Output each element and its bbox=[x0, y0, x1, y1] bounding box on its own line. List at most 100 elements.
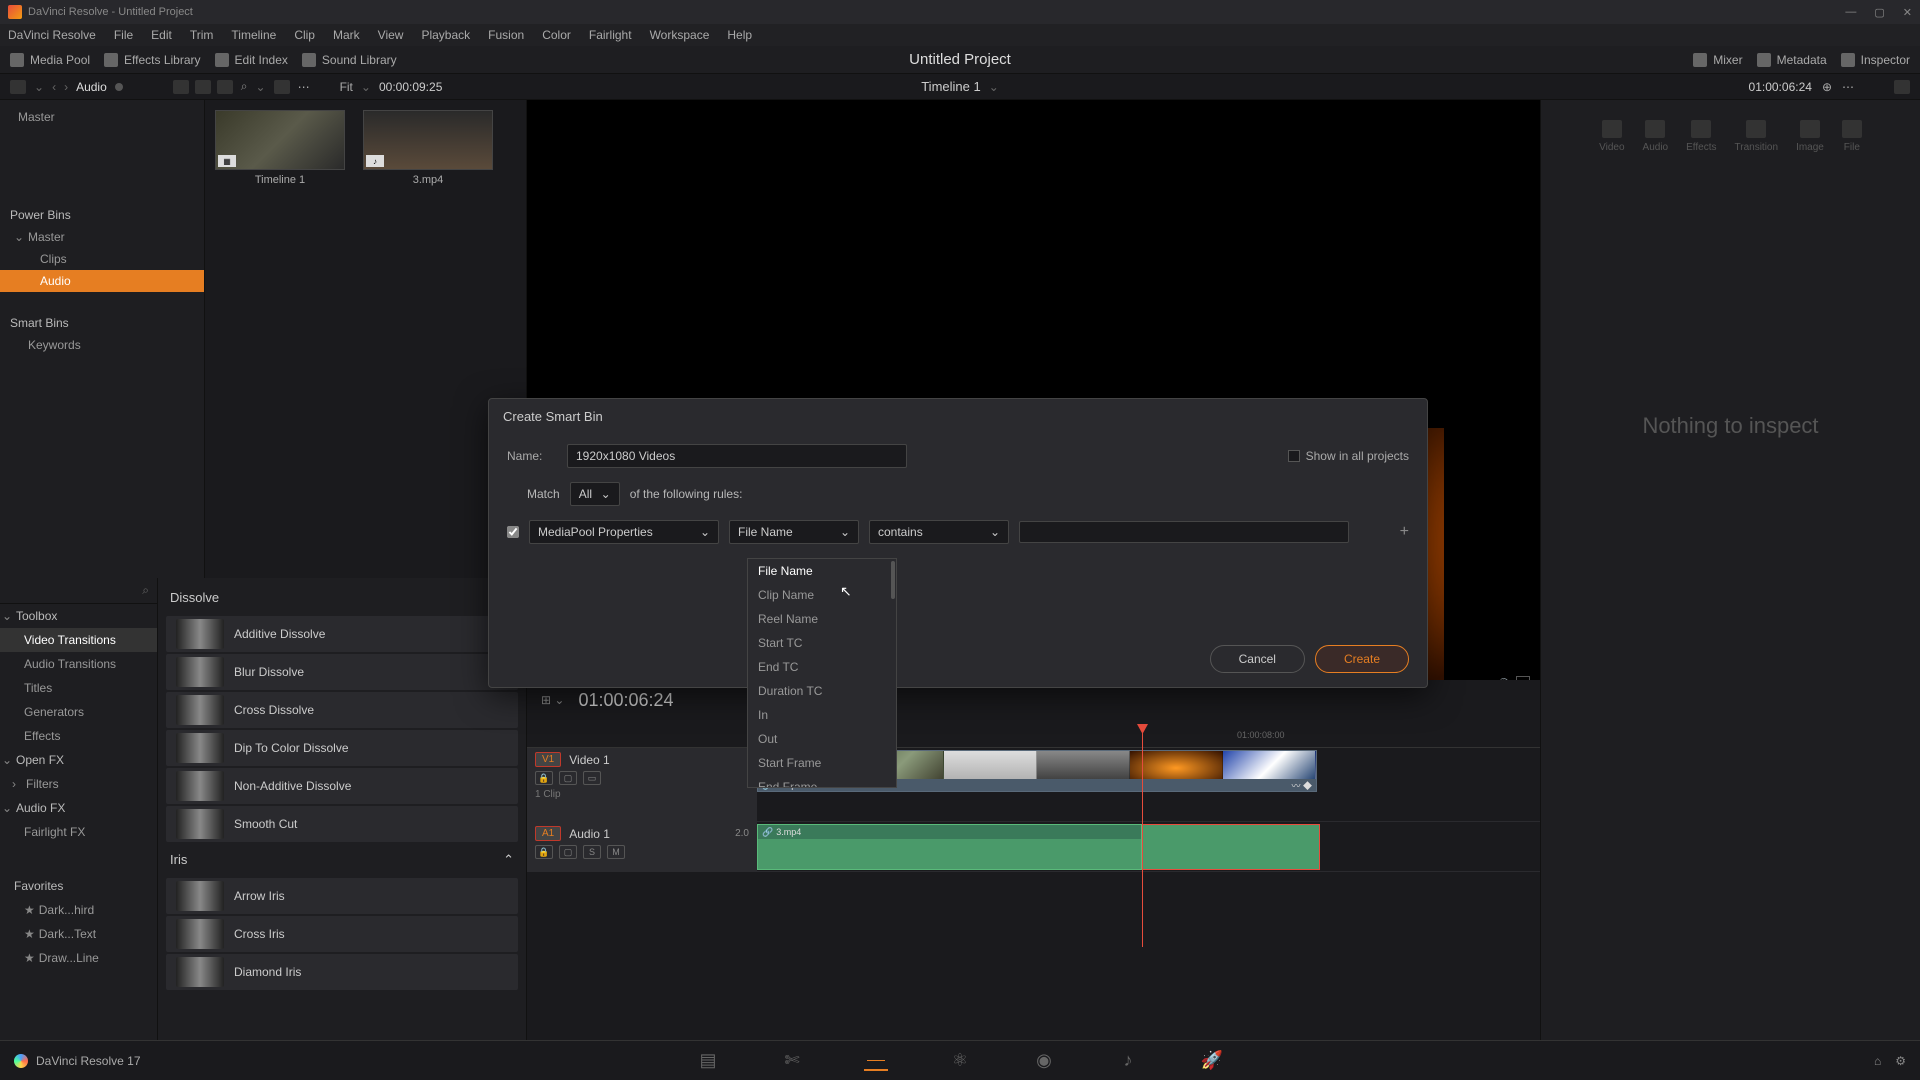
sound-library-button[interactable]: Sound Library bbox=[302, 53, 397, 67]
maximize-icon[interactable]: ▢ bbox=[1874, 6, 1884, 19]
a1-badge[interactable]: A1 bbox=[535, 826, 561, 841]
fx-fairlight[interactable]: Fairlight FX bbox=[0, 820, 157, 844]
search-icon[interactable]: ⌕ bbox=[241, 79, 248, 94]
visible-icon[interactable]: ▭ bbox=[583, 771, 601, 785]
effects-library-button[interactable]: Effects Library bbox=[104, 53, 200, 67]
home-icon[interactable]: ⌂ bbox=[1874, 1054, 1881, 1068]
fx-toolbox[interactable]: ⌄Toolbox bbox=[0, 604, 157, 628]
power-bin-audio[interactable]: Audio bbox=[0, 270, 204, 292]
fx-filters[interactable]: ›Filters bbox=[0, 772, 157, 796]
view-mode-icon[interactable] bbox=[173, 80, 189, 94]
audio-clip-1[interactable]: 🔗3.mp4 bbox=[757, 824, 1142, 870]
clip-fx-icon[interactable]: 〰 ◆ bbox=[1291, 779, 1312, 792]
close-icon[interactable]: ✕ bbox=[1903, 6, 1912, 19]
name-input[interactable] bbox=[567, 444, 907, 468]
timeline-name[interactable]: Timeline 1 bbox=[921, 79, 980, 94]
solo-icon[interactable]: S bbox=[583, 845, 601, 859]
fx-arrow-iris[interactable]: Arrow Iris bbox=[166, 878, 518, 914]
thumbnail-icon[interactable] bbox=[195, 80, 211, 94]
edit-index-button[interactable]: Edit Index bbox=[215, 53, 288, 67]
fx-fav-2[interactable]: ★Dark...Text bbox=[0, 922, 157, 946]
fx-additive-dissolve[interactable]: Additive Dissolve bbox=[166, 616, 518, 652]
list-icon[interactable] bbox=[217, 80, 233, 94]
fx-audio-transitions[interactable]: Audio Transitions bbox=[0, 652, 157, 676]
fx-cross-dissolve[interactable]: Cross Dissolve bbox=[166, 692, 518, 728]
insp-tab-effects[interactable]: Effects bbox=[1686, 120, 1716, 153]
video-track-header[interactable]: V1 Video 1 🔒 ▢ ▭ 1 Clip bbox=[527, 748, 757, 821]
lock-icon[interactable]: 🔒 bbox=[535, 845, 553, 859]
fx-fav-1[interactable]: ★Dark...hird bbox=[0, 898, 157, 922]
fx-audiofx[interactable]: ⌄Audio FX bbox=[0, 796, 157, 820]
dd-in[interactable]: In bbox=[748, 703, 896, 727]
nav-color[interactable]: ◉ bbox=[1032, 1051, 1056, 1071]
rule-enabled-checkbox[interactable] bbox=[507, 526, 519, 538]
menu-trim[interactable]: Trim bbox=[190, 28, 214, 42]
dd-out[interactable]: Out bbox=[748, 727, 896, 751]
audio-clip-2[interactable] bbox=[1142, 824, 1320, 870]
zoom-fit[interactable]: Fit bbox=[340, 80, 353, 94]
chevron-down-icon[interactable]: ⌄ bbox=[34, 80, 44, 94]
fx-smooth-cut[interactable]: Smooth Cut bbox=[166, 806, 518, 842]
lock-icon[interactable]: 🔒 bbox=[535, 771, 553, 785]
nav-cut[interactable]: ✄ bbox=[780, 1051, 804, 1071]
fx-fav-3[interactable]: ★Draw...Line bbox=[0, 946, 157, 970]
minimize-icon[interactable]: — bbox=[1845, 6, 1856, 19]
menu-app[interactable]: DaVinci Resolve bbox=[8, 28, 96, 42]
power-bin-master[interactable]: ⌄Master bbox=[0, 226, 204, 248]
inspector-button[interactable]: Inspector bbox=[1841, 53, 1910, 67]
metadata-button[interactable]: Metadata bbox=[1757, 53, 1827, 67]
cancel-button[interactable]: Cancel bbox=[1210, 645, 1305, 673]
fx-openfx[interactable]: ⌄Open FX bbox=[0, 748, 157, 772]
dd-start-tc[interactable]: Start TC bbox=[748, 631, 896, 655]
nav-back-icon[interactable]: ‹ bbox=[52, 80, 56, 94]
media-pool-button[interactable]: Media Pool bbox=[10, 53, 90, 67]
fx-generators[interactable]: Generators bbox=[0, 700, 157, 724]
value-input[interactable] bbox=[1019, 521, 1349, 543]
audio-track-header[interactable]: A1 Audio 1 2.0 🔒 ▢ S M bbox=[527, 822, 757, 871]
auto-select-icon[interactable]: ▢ bbox=[559, 845, 577, 859]
menu-view[interactable]: View bbox=[378, 28, 404, 42]
mixer-button[interactable]: Mixer bbox=[1693, 53, 1742, 67]
nav-media[interactable]: ▤ bbox=[696, 1051, 720, 1071]
timeline-dropdown-icon[interactable]: ⌄ bbox=[989, 80, 999, 94]
playhead[interactable] bbox=[1142, 726, 1143, 947]
sort-icon[interactable] bbox=[274, 80, 290, 94]
more-icon[interactable]: ⋯ bbox=[298, 80, 310, 94]
menu-help[interactable]: Help bbox=[727, 28, 752, 42]
thumb-clip[interactable]: ♪ 3.mp4 bbox=[363, 110, 493, 186]
show-all-checkbox[interactable] bbox=[1288, 450, 1300, 462]
condition-select[interactable]: contains⌄ bbox=[869, 520, 1009, 544]
dd-reel-name[interactable]: Reel Name bbox=[748, 607, 896, 631]
add-rule-button[interactable]: + bbox=[1400, 523, 1409, 541]
auto-select-icon[interactable]: ▢ bbox=[559, 771, 577, 785]
tc-options-icon[interactable]: ⊕ bbox=[1822, 80, 1832, 94]
fx-video-transitions[interactable]: Video Transitions bbox=[0, 628, 157, 652]
nav-deliver[interactable]: 🚀 bbox=[1200, 1051, 1224, 1071]
nav-edit[interactable]: ⎯⎯ bbox=[864, 1051, 888, 1071]
menu-mark[interactable]: Mark bbox=[333, 28, 360, 42]
viewer-more-icon[interactable]: ⋯ bbox=[1842, 80, 1854, 94]
insp-tab-image[interactable]: Image bbox=[1796, 120, 1824, 153]
menu-color[interactable]: Color bbox=[542, 28, 571, 42]
nav-fusion[interactable]: ⚛ bbox=[948, 1051, 972, 1071]
fx-dip-color[interactable]: Dip To Color Dissolve bbox=[166, 730, 518, 766]
fx-blur-dissolve[interactable]: Blur Dissolve bbox=[166, 654, 518, 690]
menu-timeline[interactable]: Timeline bbox=[231, 28, 276, 42]
menu-workspace[interactable]: Workspace bbox=[650, 28, 710, 42]
dd-file-name[interactable]: File Name bbox=[748, 559, 896, 583]
nav-fwd-icon[interactable]: › bbox=[64, 80, 68, 94]
insp-tab-transition[interactable]: Transition bbox=[1735, 120, 1779, 153]
fx-cat-dissolve[interactable]: Dissolve⌃ bbox=[158, 582, 526, 614]
insp-tab-audio[interactable]: Audio bbox=[1643, 120, 1669, 153]
expand-icon[interactable] bbox=[1894, 80, 1910, 94]
thumb-timeline[interactable]: ▦ Timeline 1 bbox=[215, 110, 345, 186]
timeline-ruler[interactable]: 01:00:08:00 bbox=[527, 726, 1540, 748]
fx-cross-iris[interactable]: Cross Iris bbox=[166, 916, 518, 952]
dd-duration-tc[interactable]: Duration TC bbox=[748, 679, 896, 703]
v1-badge[interactable]: V1 bbox=[535, 752, 561, 767]
fx-cat-iris[interactable]: Iris⌃ bbox=[158, 844, 526, 876]
master-bin[interactable]: Master bbox=[0, 106, 204, 128]
dd-clip-name[interactable]: Clip Name bbox=[748, 583, 896, 607]
fx-diamond-iris[interactable]: Diamond Iris bbox=[166, 954, 518, 990]
dd-end-frame[interactable]: End Frame bbox=[748, 775, 896, 788]
